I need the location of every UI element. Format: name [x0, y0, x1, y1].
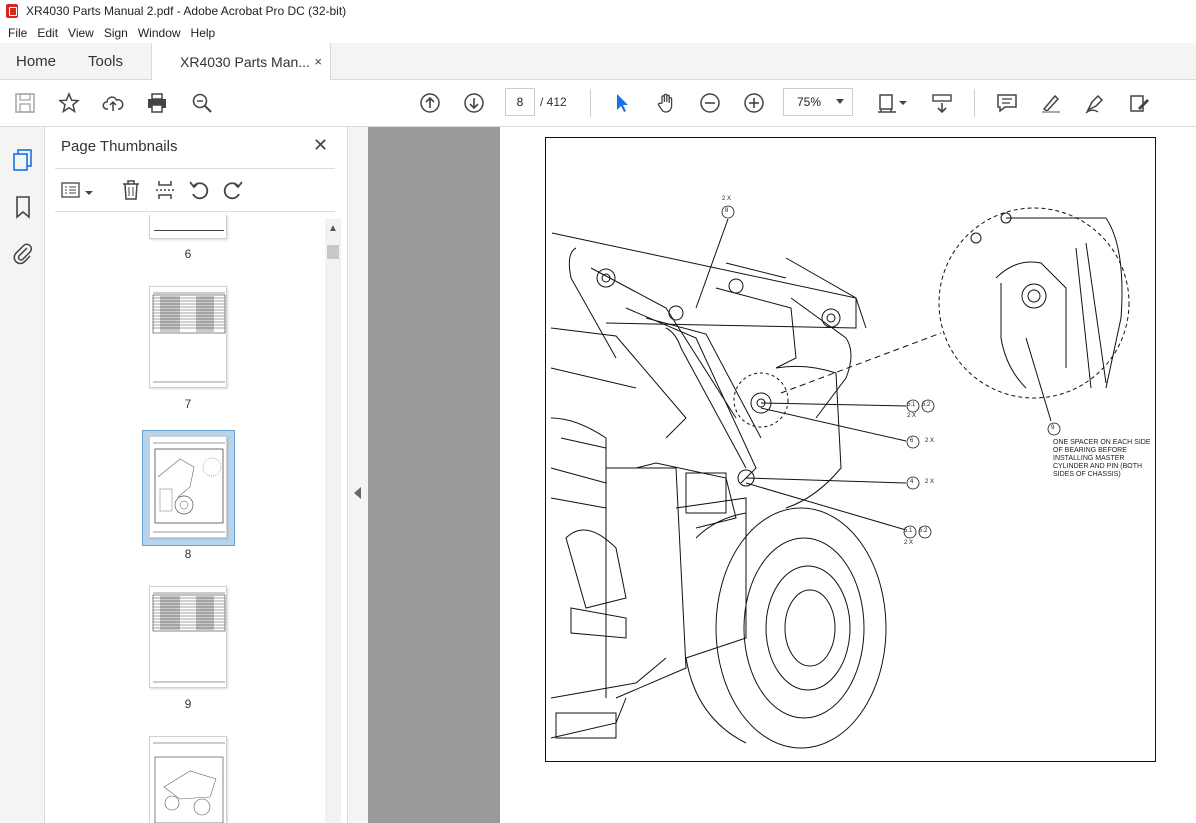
zoom-level-select[interactable]: 75% — [783, 88, 853, 116]
chevron-down-icon[interactable] — [85, 186, 93, 195]
bookmark-icon[interactable] — [11, 195, 35, 219]
zoom-out-icon[interactable] — [698, 91, 722, 115]
tab-document-label: XR4030 Parts Man... — [180, 54, 310, 70]
scroll-up-icon[interactable]: ▲ — [328, 223, 338, 234]
menu-file[interactable]: File — [3, 26, 32, 40]
tab-bar: Home Tools XR4030 Parts Man... × — [0, 43, 1196, 81]
tab-tools[interactable]: Tools — [88, 43, 123, 80]
callout-5-2-b: 5.2 — [919, 528, 928, 534]
page-total: / 412 — [540, 95, 567, 109]
thumbnail-label-6: 6 — [184, 247, 192, 261]
toolbar-separator — [590, 89, 591, 117]
zoom-search-icon[interactable] — [190, 91, 214, 115]
thumbnail-label-8: 8 — [184, 547, 192, 561]
toolbar-separator — [974, 89, 975, 117]
select-cursor-icon[interactable] — [610, 91, 634, 115]
rotate-right-icon[interactable] — [222, 179, 244, 201]
highlight-pen-icon[interactable] — [1039, 91, 1063, 115]
panel-divider — [55, 168, 335, 169]
scroll-mode-icon[interactable] — [930, 91, 954, 115]
page-thumbnails-icon[interactable] — [11, 148, 35, 172]
previous-page-area — [368, 127, 500, 823]
menu-bar: File Edit View Sign Window Help — [0, 22, 1196, 43]
thumbnails-panel: Page Thumbnails ✕ 6 7 8 9 ▲ — [45, 127, 348, 823]
attachment-icon[interactable] — [11, 241, 35, 265]
options-menu-icon[interactable] — [61, 181, 81, 199]
insert-page-icon[interactable] — [154, 179, 176, 201]
navigation-rail — [0, 127, 45, 823]
next-page-icon[interactable] — [462, 91, 486, 115]
page-thumbnail-7[interactable] — [149, 286, 227, 388]
page-thumbnail-8[interactable] — [149, 436, 227, 538]
page-number-input[interactable]: 8 — [505, 88, 535, 116]
tab-home[interactable]: Home — [16, 43, 56, 80]
callout-6-multiplier: 2 X — [925, 438, 935, 444]
star-icon[interactable] — [57, 91, 81, 115]
page-thumbnail-9[interactable] — [149, 586, 227, 688]
callout-4: 4 — [910, 479, 914, 485]
panel-splitter[interactable] — [348, 127, 368, 823]
page-fit-icon[interactable] — [875, 91, 899, 115]
acrobat-app-icon — [6, 4, 18, 18]
callout-6: 6 — [910, 438, 914, 444]
callout-5-b-multiplier: 2 X — [904, 540, 914, 546]
save-icon[interactable] — [13, 91, 37, 115]
previous-page-icon[interactable] — [418, 91, 442, 115]
chevron-down-icon[interactable] — [898, 91, 908, 115]
upload-cloud-icon[interactable] — [101, 91, 125, 115]
close-panel-icon[interactable]: ✕ — [313, 135, 328, 156]
assembly-note: ONE SPACER ON EACH SIDE OF BEARING BEFOR… — [1053, 439, 1151, 478]
menu-view[interactable]: View — [63, 26, 99, 40]
callout-9: 9 — [1051, 425, 1055, 431]
close-tab-icon[interactable]: × — [314, 54, 322, 69]
menu-sign[interactable]: Sign — [99, 26, 133, 40]
draw-pen-icon[interactable] — [1083, 91, 1107, 115]
rotate-left-icon[interactable] — [188, 179, 210, 201]
panel-title: Page Thumbnails — [61, 138, 178, 155]
callout-5-1-a: 5.1 — [907, 402, 916, 408]
thumbnails-scrollbar[interactable]: ▲ — [325, 219, 341, 823]
print-icon[interactable] — [145, 91, 169, 115]
thumbnail-label-7: 7 — [184, 397, 192, 411]
callout-5-2-a: 5.2 — [922, 402, 931, 408]
callout-8-multiplier: 2 X — [722, 196, 732, 202]
callout-5-1-b: 5.1 — [904, 528, 913, 534]
menu-help[interactable]: Help — [186, 26, 221, 40]
tab-document[interactable]: XR4030 Parts Man... × — [151, 43, 331, 81]
callout-5-a-multiplier: 2 X — [907, 413, 917, 419]
chevron-down-icon — [836, 99, 844, 104]
delete-page-icon[interactable] — [120, 179, 142, 201]
menu-edit[interactable]: Edit — [32, 26, 63, 40]
zoom-level-value: 75% — [797, 95, 822, 109]
window-title: XR4030 Parts Manual 2.pdf - Adobe Acroba… — [26, 4, 347, 18]
scrollbar-thumb[interactable] — [327, 245, 339, 259]
comment-icon[interactable] — [995, 91, 1019, 115]
callout-4-multiplier: 2 X — [925, 479, 935, 485]
thumbnail-label-9: 9 — [184, 697, 192, 711]
zoom-in-icon[interactable] — [742, 91, 766, 115]
thumbnail-tools — [45, 175, 348, 207]
hand-tool-icon[interactable] — [654, 91, 678, 115]
menu-window[interactable]: Window — [133, 26, 186, 40]
page-thumbnail-6[interactable] — [149, 215, 227, 239]
collapse-panel-icon[interactable] — [354, 487, 361, 499]
callout-8: 8 — [725, 208, 729, 214]
fill-sign-icon[interactable] — [1127, 91, 1151, 115]
title-bar: XR4030 Parts Manual 2.pdf - Adobe Acroba… — [0, 0, 1196, 22]
page-thumbnail-10[interactable] — [149, 736, 227, 823]
panel-divider — [55, 211, 335, 212]
